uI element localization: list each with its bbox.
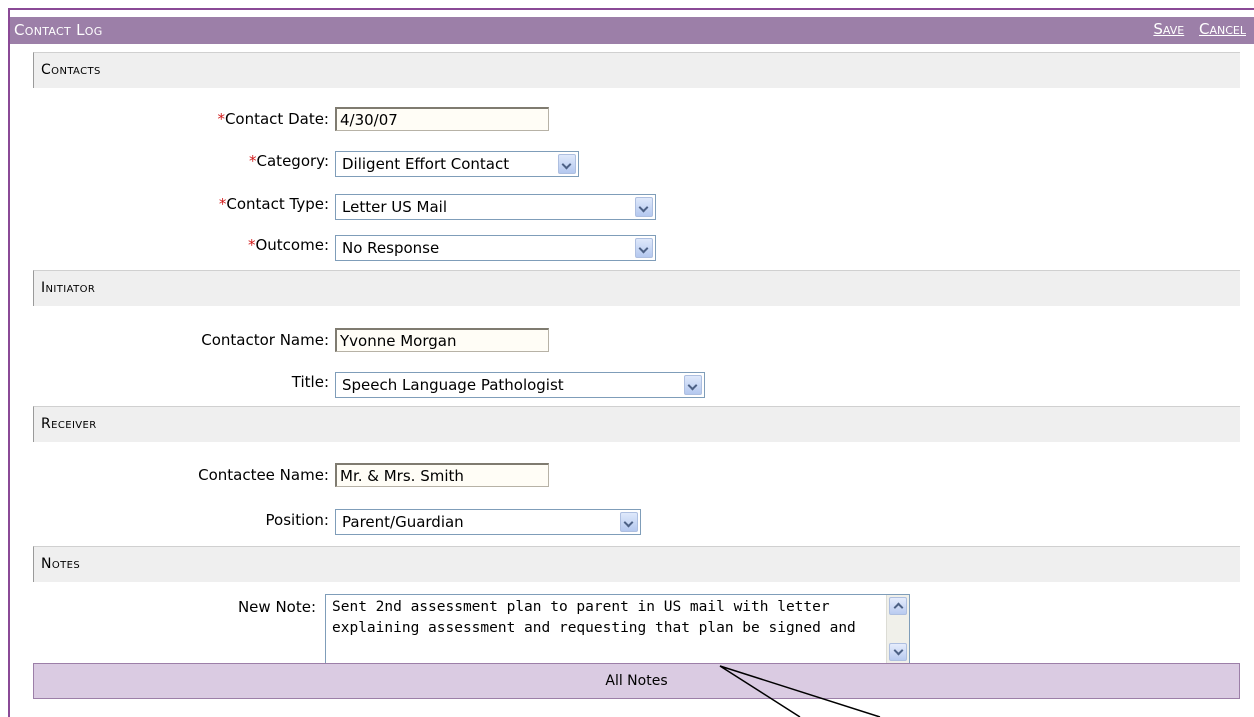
all-notes-button[interactable]: All Notes <box>33 663 1240 699</box>
contactor-name-field[interactable]: Yvonne Morgan <box>335 328 549 352</box>
position-label: Position: <box>265 511 329 529</box>
save-link[interactable]: Save <box>1153 20 1184 38</box>
contact-date-label: *Contact Date: <box>217 110 329 128</box>
note-scrollbar[interactable] <box>886 595 909 663</box>
section-title-contacts: Contacts <box>41 62 101 78</box>
new-note-label: New Note: <box>237 598 316 616</box>
title-label: Title: <box>291 373 329 391</box>
title-select[interactable]: Speech Language Pathologist <box>335 372 705 398</box>
contactor-name-label: Contactor Name: <box>201 331 329 349</box>
position-select[interactable]: Parent/Guardian <box>335 509 641 535</box>
new-note-textarea[interactable]: Sent 2nd assessment plan to parent in US… <box>325 594 910 664</box>
section-title-receiver: Receiver <box>41 416 97 432</box>
outcome-label: *Outcome: <box>247 236 329 254</box>
scroll-down-icon[interactable] <box>889 643 907 661</box>
section-initiator: Initiator <box>33 270 1240 306</box>
chevron-down-icon[interactable] <box>684 375 702 395</box>
chevron-down-icon[interactable] <box>620 512 638 532</box>
section-notes: Notes <box>33 546 1240 582</box>
section-title-notes: Notes <box>41 556 81 572</box>
outcome-select[interactable]: No Response <box>335 235 656 261</box>
section-title-initiator: Initiator <box>41 280 96 296</box>
title-bar: Contact Log Save Cancel <box>10 17 1254 44</box>
category-select[interactable]: Diligent Effort Contact <box>335 151 579 177</box>
contactee-name-field[interactable]: Mr. & Mrs. Smith <box>335 463 549 487</box>
page-title: Contact Log <box>14 21 103 39</box>
section-contacts: Contacts <box>33 52 1240 88</box>
contact-type-label: *Contact Type: <box>218 195 329 213</box>
chevron-down-icon[interactable] <box>558 154 576 174</box>
category-label: *Category: <box>249 152 329 170</box>
section-receiver: Receiver <box>33 406 1240 442</box>
cancel-link[interactable]: Cancel <box>1199 20 1246 38</box>
contact-type-select[interactable]: Letter US Mail <box>335 194 656 220</box>
chevron-down-icon[interactable] <box>635 197 653 217</box>
new-note-text: Sent 2nd assessment plan to parent in US… <box>332 599 856 636</box>
scroll-up-icon[interactable] <box>889 597 907 615</box>
contactee-name-label: Contactee Name: <box>198 466 329 484</box>
chevron-down-icon[interactable] <box>635 238 653 258</box>
contact-date-field[interactable]: 4/30/07 <box>335 107 549 131</box>
